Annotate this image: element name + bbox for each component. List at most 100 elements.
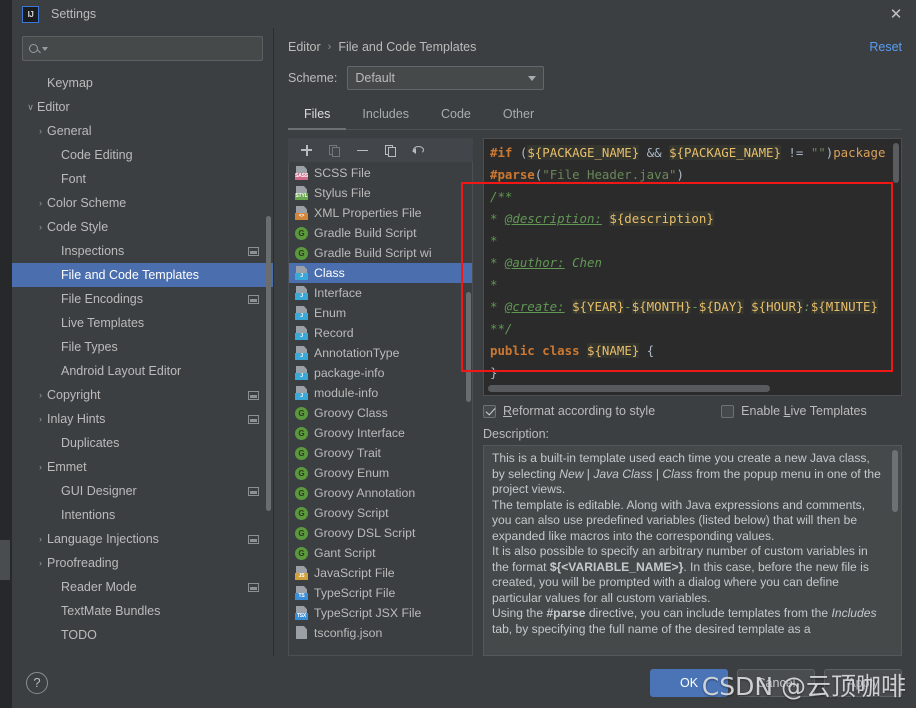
sidebar-item-gui-designer[interactable]: GUI Designer	[12, 479, 273, 503]
chevron-right-icon[interactable]: ›	[34, 126, 47, 136]
sidebar-item-android-layout-editor[interactable]: Android Layout Editor	[12, 359, 273, 383]
sidebar-item-textmate-bundles[interactable]: TextMate Bundles	[12, 599, 273, 623]
description-paragraph: It is also possible to specify an arbitr…	[492, 544, 869, 605]
template-list-toolbar[interactable]	[288, 138, 473, 162]
code-horizontal-scrollbar[interactable]	[488, 385, 770, 392]
scheme-select[interactable]: Default	[347, 66, 545, 90]
close-icon[interactable]: ✕	[886, 4, 906, 24]
template-list-item[interactable]: J Record	[289, 323, 472, 343]
template-list-item[interactable]: J Interface	[289, 283, 472, 303]
chevron-right-icon[interactable]: ›	[34, 414, 47, 424]
tab-other[interactable]: Other	[487, 100, 550, 130]
sidebar-item-label: Font	[61, 172, 87, 186]
help-icon[interactable]: ?	[26, 671, 48, 694]
sidebar-item-file-encodings[interactable]: File Encodings	[12, 287, 273, 311]
search-input[interactable]	[22, 36, 263, 61]
template-list-item[interactable]: G Groovy Class	[289, 403, 472, 423]
template-list-item[interactable]: TSX TypeScript JSX File	[289, 603, 472, 623]
template-list-item[interactable]: TS TypeScript File	[289, 583, 472, 603]
file-icon	[295, 626, 308, 640]
reformat-checkbox[interactable]	[483, 404, 496, 418]
chevron-right-icon[interactable]: ›	[34, 198, 47, 208]
template-list-item[interactable]: tsconfig.json	[289, 623, 472, 643]
template-list-item[interactable]: JS JavaScript File	[289, 563, 472, 583]
sidebar-item-inspections[interactable]: Inspections	[12, 239, 273, 263]
chevron-down-icon[interactable]: ∨	[24, 102, 37, 113]
enable-live-templates-checkbox[interactable]	[721, 404, 735, 418]
file-icon: SASS	[295, 166, 308, 180]
template-list-item[interactable]: G Gant Script	[289, 543, 472, 563]
code-token: *	[490, 255, 505, 270]
template-list-item[interactable]: G Gradle Build Script	[289, 223, 472, 243]
add-template-icon[interactable]	[299, 143, 314, 158]
sidebar-item-language-injections[interactable]: › Language Injections	[12, 527, 273, 551]
code-vertical-scrollbar[interactable]	[893, 143, 899, 183]
tab-code[interactable]: Code	[425, 100, 487, 130]
template-list-item[interactable]: J AnnotationType	[289, 343, 472, 363]
template-list-item-label: Gant Script	[314, 546, 376, 560]
chevron-right-icon[interactable]: ›	[34, 534, 47, 544]
template-list-item[interactable]: <> XML Properties File	[289, 203, 472, 223]
tab-includes[interactable]: Includes	[346, 100, 425, 130]
sidebar-item-emmet[interactable]: › Emmet	[12, 455, 273, 479]
sidebar-item-code-style[interactable]: › Code Style	[12, 215, 273, 239]
ok-button[interactable]: OK	[650, 668, 728, 697]
description-scrollbar[interactable]	[892, 450, 898, 512]
sidebar-item-label: File Types	[61, 340, 118, 354]
cancel-button[interactable]: Cancel	[737, 668, 815, 697]
sidebar-item-todo[interactable]: TODO	[12, 623, 273, 647]
description-label: Description:	[483, 427, 549, 441]
file-icon: JS	[295, 566, 308, 580]
template-list-item[interactable]: G Groovy DSL Script	[289, 523, 472, 543]
template-code-editor[interactable]: #if (${PACKAGE_NAME} && ${PACKAGE_NAME} …	[483, 138, 902, 396]
sidebar-item-file-types[interactable]: File Types	[12, 335, 273, 359]
template-list-item[interactable]: G Gradle Build Script wi	[289, 243, 472, 263]
template-list-item[interactable]: J Class	[289, 263, 472, 283]
template-list-item[interactable]: Jpackage-info	[289, 363, 472, 383]
code-token: ${MONTH}	[631, 299, 692, 314]
chevron-right-icon[interactable]: ›	[34, 462, 47, 472]
template-list-scrollbar[interactable]	[466, 292, 471, 402]
sidebar-item-color-scheme[interactable]: › Color Scheme	[12, 191, 273, 215]
remove-template-icon[interactable]	[355, 143, 370, 158]
template-tabs[interactable]: Files Includes Code Other	[288, 100, 902, 130]
template-list[interactable]: SASS SCSS File STYL Stylus File <> XML Proper…	[288, 162, 473, 656]
template-list-item[interactable]: STYL Stylus File	[289, 183, 472, 203]
tab-files[interactable]: Files	[288, 100, 347, 130]
sidebar-item-inlay-hints[interactable]: › Inlay Hints	[12, 407, 273, 431]
sidebar-item-file-and-code-templates[interactable]: File and Code Templates	[12, 263, 273, 287]
sidebar-item-code-editing[interactable]: Code Editing	[12, 143, 273, 167]
chevron-right-icon[interactable]: ›	[34, 390, 47, 400]
reset-template-icon[interactable]	[411, 143, 426, 158]
sidebar-item-intentions[interactable]: Intentions	[12, 503, 273, 527]
sidebar-item-general[interactable]: › General	[12, 119, 273, 143]
template-list-item[interactable]: Jmodule-info	[289, 383, 472, 403]
template-list-item-label: Groovy Enum	[314, 466, 390, 480]
apply-button[interactable]: Apply	[824, 668, 902, 697]
breadcrumb-current: File and Code Templates	[338, 40, 477, 54]
sidebar-item-proofreading[interactable]: › Proofreading	[12, 551, 273, 575]
sidebar-item-duplicates[interactable]: Duplicates	[12, 431, 273, 455]
settings-tree[interactable]: Keymap ∨ Editor › General Code Editing Font › Co…	[12, 67, 273, 656]
sidebar-item-reader-mode[interactable]: Reader Mode	[12, 575, 273, 599]
sidebar-item-label: Reader Mode	[61, 580, 137, 594]
breadcrumb-parent[interactable]: Editor	[288, 40, 321, 54]
template-list-item[interactable]: G Groovy Trait	[289, 443, 472, 463]
chevron-right-icon[interactable]: ›	[34, 222, 47, 232]
template-list-item[interactable]: G Groovy Annotation	[289, 483, 472, 503]
template-list-item[interactable]: G Groovy Enum	[289, 463, 472, 483]
sidebar-item-copyright[interactable]: › Copyright	[12, 383, 273, 407]
template-list-item[interactable]: G Groovy Interface	[289, 423, 472, 443]
template-list-item[interactable]: G Groovy Script	[289, 503, 472, 523]
chevron-right-icon[interactable]: ›	[34, 558, 47, 568]
template-list-item[interactable]: J Enum	[289, 303, 472, 323]
template-list-item-label: Gradle Build Script	[314, 226, 417, 240]
reset-link[interactable]: Reset	[869, 40, 902, 54]
template-list-item[interactable]: SASS SCSS File	[289, 163, 472, 183]
sidebar-item-live-templates[interactable]: Live Templates	[12, 311, 273, 335]
sidebar-item-font[interactable]: Font	[12, 167, 273, 191]
sidebar-item-keymap[interactable]: Keymap	[12, 71, 273, 95]
duplicate-template-icon[interactable]	[383, 143, 398, 158]
sidebar-item-editor[interactable]: ∨ Editor	[12, 95, 273, 119]
sidebar-scrollbar[interactable]	[266, 216, 271, 511]
